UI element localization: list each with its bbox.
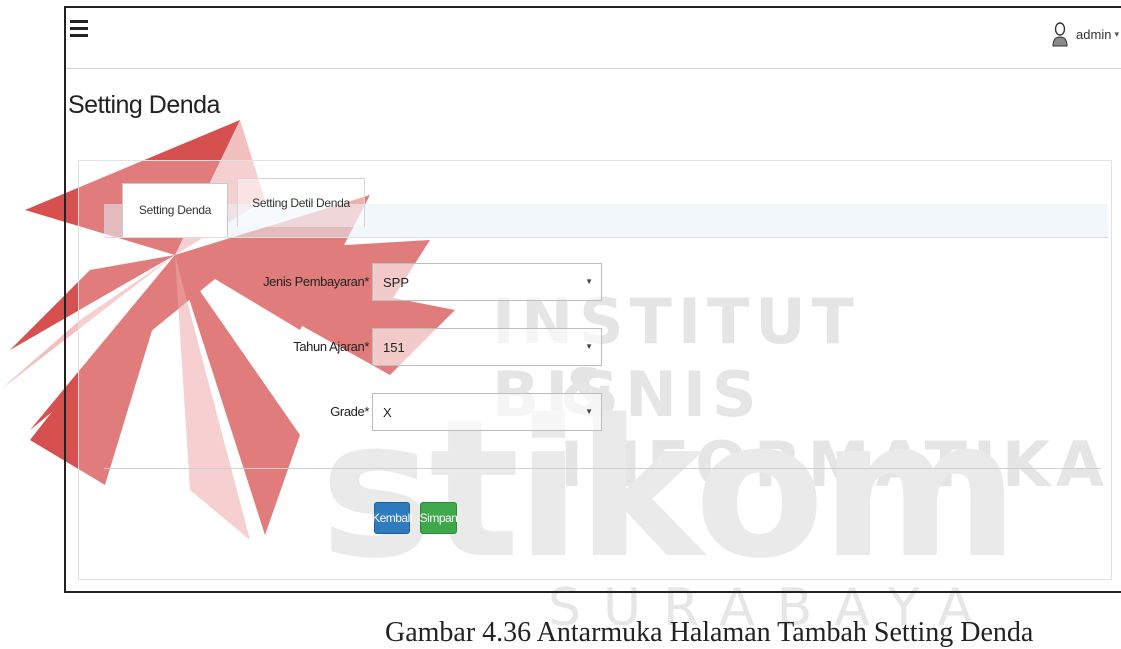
top-navbar: admin ▾: [66, 8, 1121, 69]
form-divider: [104, 468, 1101, 469]
kembali-button[interactable]: Kembali: [372, 502, 412, 534]
page-title: Setting Denda: [68, 91, 220, 119]
form-panel: Setting Denda Setting Detil Denda Jenis …: [78, 160, 1112, 580]
username-label: admin: [1076, 26, 1112, 42]
grade-label: Grade*: [330, 404, 369, 419]
tahun-ajaran-label: Tahun Ajaran*: [293, 339, 369, 354]
tab-setting-denda[interactable]: Setting Denda: [122, 183, 228, 237]
dropdown-caret-icon: ▼: [585, 342, 593, 351]
dropdown-caret-icon: ▼: [585, 407, 593, 416]
simpan-button[interactable]: Simpan: [420, 502, 458, 534]
figure-caption: Gambar 4.36 Antarmuka Halaman Tambah Set…: [385, 617, 1034, 648]
form-row-jenis-pembayaran: Jenis Pembayaran* SPP ▼: [79, 263, 679, 303]
user-icon: [1052, 22, 1068, 47]
jenis-pembayaran-label: Jenis Pembayaran*: [263, 274, 369, 289]
jenis-pembayaran-value: SPP: [383, 275, 410, 290]
form-row-tahun-ajaran: Tahun Ajaran* 151 ▼: [79, 328, 679, 368]
app-window: admin ▾ Setting Denda Setting Denda Sett…: [64, 6, 1121, 593]
jenis-pembayaran-select[interactable]: SPP ▼: [372, 263, 602, 301]
tahun-ajaran-select[interactable]: 151 ▼: [372, 328, 602, 366]
user-menu[interactable]: admin ▾: [1052, 20, 1119, 48]
dropdown-caret-icon: ▼: [585, 277, 593, 286]
hamburger-icon[interactable]: [70, 20, 88, 38]
tab-setting-detil-denda[interactable]: Setting Detil Denda: [237, 178, 365, 227]
grade-value: X: [383, 405, 392, 420]
tahun-ajaran-value: 151: [383, 340, 405, 355]
form-row-grade: Grade* X ▼: [79, 393, 679, 433]
grade-select[interactable]: X ▼: [372, 393, 602, 431]
chevron-down-icon: ▾: [1114, 28, 1119, 39]
tab-strip: Setting Denda Setting Detil Denda: [104, 178, 1108, 238]
